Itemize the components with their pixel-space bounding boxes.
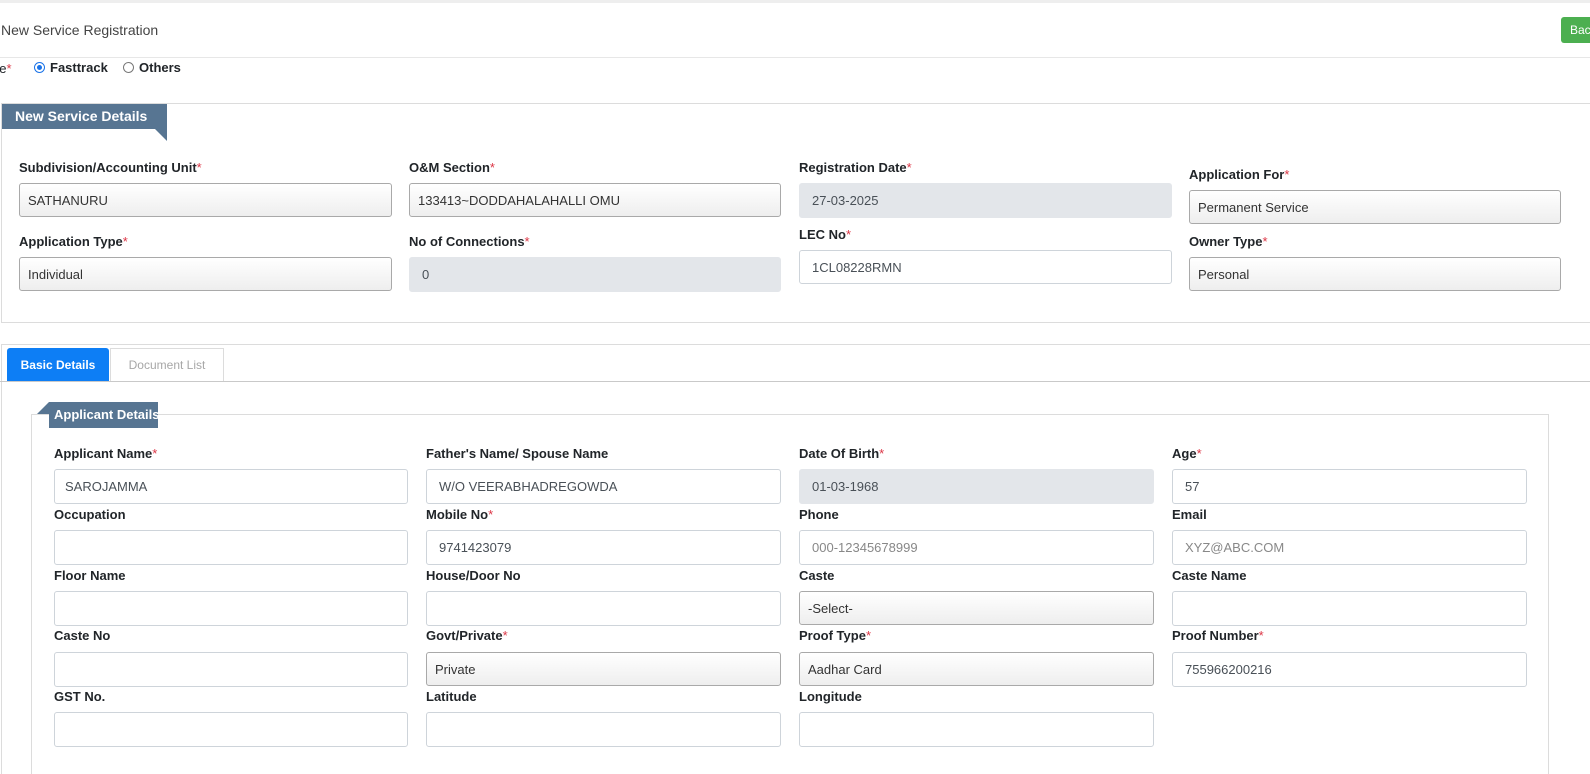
mobile-label: Mobile No*: [426, 507, 494, 522]
proof-number-input[interactable]: 755966200216: [1172, 652, 1527, 687]
phone-input[interactable]: 000-12345678999: [799, 530, 1154, 565]
applicant-ribbon-fold: [37, 402, 49, 414]
subdivision-select[interactable]: SATHANURU: [19, 183, 392, 217]
fasttrack-radio[interactable]: [34, 62, 45, 73]
email-label: Email: [1172, 507, 1207, 522]
no-of-connections-label: No of Connections*: [409, 234, 530, 249]
header-divider: [0, 57, 1590, 58]
application-type-select[interactable]: Individual: [19, 257, 392, 291]
caste-no-input[interactable]: [54, 652, 408, 687]
dob-label: Date Of Birth*: [799, 446, 885, 461]
house-no-input[interactable]: [426, 591, 781, 626]
mobile-input[interactable]: 9741423079: [426, 530, 781, 565]
others-option[interactable]: Others: [123, 60, 181, 75]
owner-type-label: Owner Type*: [1189, 234, 1268, 249]
phone-label: Phone: [799, 507, 839, 522]
page-title: New Service Registration: [1, 22, 159, 38]
caste-name-input[interactable]: [1172, 591, 1527, 626]
tabs-underline: [0, 381, 1590, 382]
lec-no-input[interactable]: 1CL08228RMN: [799, 250, 1172, 284]
longitude-input[interactable]: [799, 712, 1154, 747]
longitude-label: Longitude: [799, 689, 862, 704]
registration-date-input: 27-03-2025: [799, 183, 1172, 218]
others-radio[interactable]: [123, 62, 134, 73]
subdivision-label: Subdivision/Accounting Unit*: [19, 160, 202, 175]
dob-input: 01-03-1968: [799, 469, 1154, 504]
om-section-select[interactable]: 133413~DODDAHALAHALLI OMU: [409, 183, 781, 217]
occupation-input[interactable]: [54, 530, 408, 565]
age-label: Age*: [1172, 446, 1202, 461]
back-button[interactable]: Back: [1561, 17, 1590, 43]
caste-label: Caste: [799, 568, 835, 583]
tab-document-list[interactable]: Document List: [110, 348, 224, 381]
application-for-select[interactable]: Permanent Service: [1189, 190, 1561, 224]
application-type-label: Application Type*: [19, 234, 128, 249]
lec-no-label: LEC No*: [799, 227, 852, 242]
proof-type-select[interactable]: Aadhar Card: [799, 652, 1154, 686]
father-spouse-label: Father's Name/ Spouse Name: [426, 446, 609, 461]
age-input[interactable]: 57: [1172, 469, 1527, 504]
om-section-label: O&M Section*: [409, 160, 495, 175]
gst-no-input[interactable]: [54, 712, 408, 747]
caste-no-label: Caste No: [54, 628, 111, 643]
applicant-name-input[interactable]: SAROJAMMA: [54, 469, 408, 504]
father-spouse-input[interactable]: W/O VEERABHADREGOWDA: [426, 469, 781, 504]
others-label: Others: [139, 60, 181, 75]
application-for-label: Application For*: [1189, 167, 1290, 182]
proof-type-label: Proof Type*: [799, 628, 871, 643]
no-of-connections-input: 0: [409, 257, 781, 292]
applicant-details-heading: Applicant Details: [49, 402, 159, 428]
govt-private-select[interactable]: Private: [426, 652, 781, 686]
caste-select[interactable]: -Select-: [799, 591, 1154, 625]
applicant-name-label: Applicant Name*: [54, 446, 158, 461]
owner-type-select[interactable]: Personal: [1189, 257, 1561, 291]
fasttrack-label: Fasttrack: [50, 60, 108, 75]
latitude-label: Latitude: [426, 689, 477, 704]
gst-no-label: GST No.: [54, 689, 106, 704]
occupation-label: Occupation: [54, 507, 126, 522]
floor-name-label: Floor Name: [54, 568, 126, 583]
floor-name-input[interactable]: [54, 591, 408, 626]
govt-private-label: Govt/Private*: [426, 628, 508, 643]
top-border: [0, 0, 1590, 3]
house-no-label: House/Door No: [426, 568, 521, 583]
tab-basic-details[interactable]: Basic Details: [7, 348, 109, 381]
service-type-label: pe*: [0, 61, 12, 76]
email-input[interactable]: XYZ@ABC.COM: [1172, 530, 1527, 565]
service-details-heading: New Service Details: [2, 104, 167, 129]
ribbon-fold: [155, 129, 167, 141]
caste-name-label: Caste Name: [1172, 568, 1247, 583]
latitude-input[interactable]: [426, 712, 781, 747]
fasttrack-option[interactable]: Fasttrack: [34, 60, 108, 75]
registration-date-label: Registration Date*: [799, 160, 912, 175]
proof-number-label: Proof Number*: [1172, 628, 1264, 643]
